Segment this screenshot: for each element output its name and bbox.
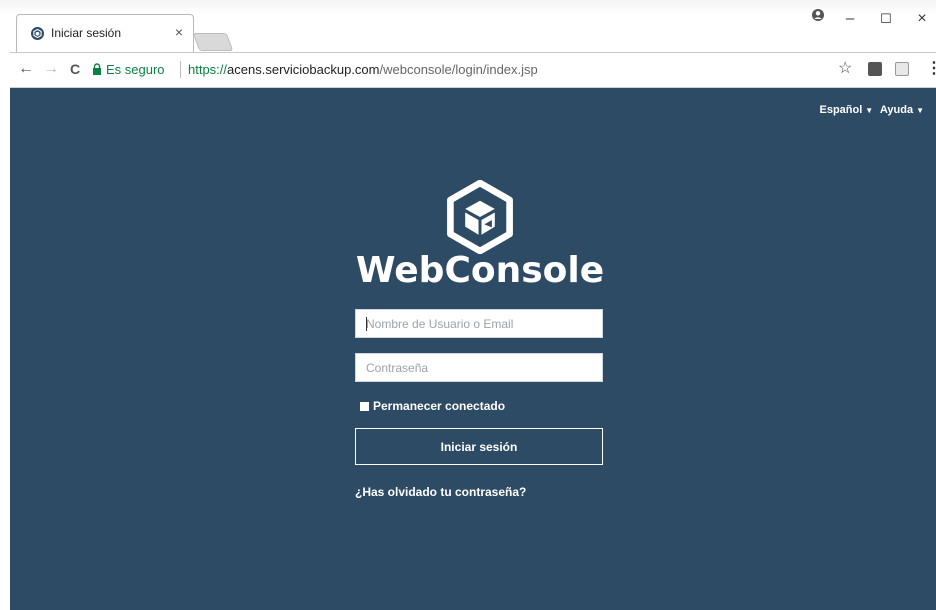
help-label: Ayuda: [879, 104, 914, 116]
lock-icon: [93, 63, 101, 75]
help-menu[interactable]: Ayuda ▼: [880, 104, 928, 116]
profile-icon[interactable]: [808, 8, 828, 26]
forward-button[interactable]: →: [43, 60, 59, 78]
browser-menu-icon[interactable]: ⋮: [926, 58, 936, 78]
url-path: /webconsole/login/index.jsp: [379, 62, 538, 77]
address-bar[interactable]: Es seguro https://acens.serviciobackup.c…: [92, 58, 834, 82]
secure-label: Es seguro: [106, 62, 165, 77]
remember-me-checkbox[interactable]: Permanecer conectado: [360, 399, 505, 413]
remember-me-label: Permanecer conectado: [373, 399, 506, 413]
login-page: Español▼ Ayuda▼ WebConsole Permanecer co…: [10, 88, 936, 610]
window-top-edge: [0, 0, 936, 14]
url-text: https://acens.serviciobackup.com/webcons…: [188, 62, 538, 77]
webconsole-favicon-icon: [31, 27, 44, 40]
reload-button[interactable]: C: [70, 61, 80, 77]
extension-icon[interactable]: [868, 62, 882, 76]
back-button[interactable]: ←: [18, 60, 34, 78]
username-input[interactable]: [355, 309, 603, 338]
chevron-down-icon: ▼: [916, 106, 924, 115]
language-label: Español: [819, 104, 863, 116]
brand-title: WebConsole: [355, 250, 605, 291]
chevron-down-icon: ▼: [865, 106, 874, 115]
checkbox-box[interactable]: [360, 401, 369, 411]
forgot-password-link[interactable]: ¿Has olvidado tu contraseña?: [355, 485, 526, 499]
top-right-menu: Español ▼ Ayuda ▼: [819, 104, 928, 116]
maximize-button[interactable]: ☐: [876, 11, 896, 27]
url-scheme: https://: [188, 62, 228, 77]
extension-2-icon[interactable]: [895, 62, 909, 76]
close-tab-icon[interactable]: ×: [175, 24, 183, 40]
bookmark-star-icon[interactable]: ☆: [838, 58, 852, 78]
language-selector[interactable]: Español ▼: [819, 104, 877, 116]
address-separator: [180, 61, 181, 78]
webconsole-logo-icon: [447, 180, 513, 254]
new-tab-button[interactable]: [192, 33, 234, 51]
login-button[interactable]: Iniciar sesión: [355, 428, 603, 465]
text-cursor: [366, 317, 367, 331]
url-host: acens.serviciobackup.com: [227, 62, 380, 77]
close-window-button[interactable]: ×: [912, 10, 932, 28]
password-input[interactable]: [355, 353, 603, 382]
minimize-button[interactable]: –: [840, 10, 860, 27]
tab-title: Iniciar sesión: [51, 26, 122, 40]
tab-iniciar-sesion[interactable]: Iniciar sesión ×: [16, 14, 194, 52]
